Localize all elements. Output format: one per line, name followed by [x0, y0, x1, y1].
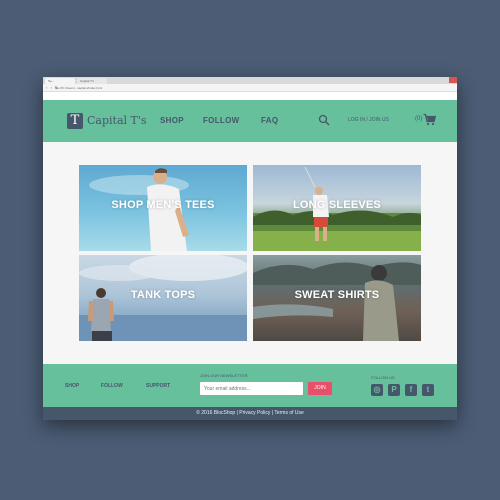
- nav-follow[interactable]: FOLLOW: [203, 115, 239, 127]
- category-label: SWEAT SHIRTS: [294, 289, 380, 301]
- browser-tab-label: Capital T's: [80, 79, 95, 83]
- copyright-bar: © 2016 BlocShop | Privacy Policy | Terms…: [43, 407, 457, 420]
- facebook-icon[interactable]: f: [405, 384, 417, 396]
- instagram-icon[interactable]: ◎: [371, 384, 383, 396]
- category-tile-long-sleeves[interactable]: LONG SLEEVES: [253, 165, 421, 251]
- nav-faq[interactable]: FAQ: [261, 115, 278, 127]
- url-text: file:///C:/Users/...capital-t/index.html: [55, 85, 103, 90]
- category-grid: SHOP MEN'S TEES LONG SLEEVES TANK TOPS S…: [43, 142, 457, 364]
- footer-link-shop[interactable]: SHOP: [65, 383, 79, 389]
- brand-name[interactable]: Capital T's: [87, 113, 147, 129]
- login-link[interactable]: LOG IN / JOIN US: [348, 117, 389, 123]
- address-bar[interactable]: ‹ › ↻ file:///C:/Users/...capital-t/inde…: [43, 84, 457, 92]
- footer-link-follow[interactable]: FOLLOW: [101, 383, 123, 389]
- nav-shop[interactable]: SHOP: [160, 115, 184, 127]
- newsletter-email-input[interactable]: [200, 382, 303, 395]
- copyright-text[interactable]: © 2016 BlocShop | Privacy Policy | Terms…: [43, 410, 457, 416]
- pinterest-icon[interactable]: P: [388, 384, 400, 396]
- newsletter-title: JOIN OUR NEWSLETTER: [200, 373, 248, 378]
- window-close-button[interactable]: [449, 77, 457, 83]
- newsletter-join-button[interactable]: JOIN: [308, 382, 332, 395]
- category-label: TANK TOPS: [130, 289, 196, 301]
- browser-window: Ne... Capital T's ‹ › ↻ file:///C:/Users…: [43, 77, 457, 420]
- cart-count: (0): [415, 116, 423, 122]
- site-header: T Capital T's SHOP FOLLOW FAQ LOG IN / J…: [43, 100, 457, 142]
- bookmark-bar: [43, 92, 457, 100]
- search-icon[interactable]: [318, 114, 330, 126]
- tab-bar: Ne... Capital T's: [43, 77, 457, 84]
- logo-icon[interactable]: T: [67, 113, 83, 129]
- footer-link-support[interactable]: SUPPORT: [146, 383, 170, 389]
- cart-icon[interactable]: [423, 113, 436, 126]
- category-tile-sweat-shirts[interactable]: SWEAT SHIRTS: [253, 255, 421, 341]
- category-label: SHOP MEN'S TEES: [111, 199, 215, 211]
- follow-us-title: FOLLOW US: [371, 375, 395, 380]
- browser-tab-label: Ne...: [48, 79, 55, 83]
- category-tile-tank-tops[interactable]: TANK TOPS: [79, 255, 247, 341]
- twitter-icon[interactable]: t: [422, 384, 434, 396]
- category-label: LONG SLEEVES: [293, 199, 381, 211]
- category-tile-mens-tees[interactable]: SHOP MEN'S TEES: [79, 165, 247, 251]
- site-footer: SHOP FOLLOW SUPPORT JOIN OUR NEWSLETTER …: [43, 364, 457, 407]
